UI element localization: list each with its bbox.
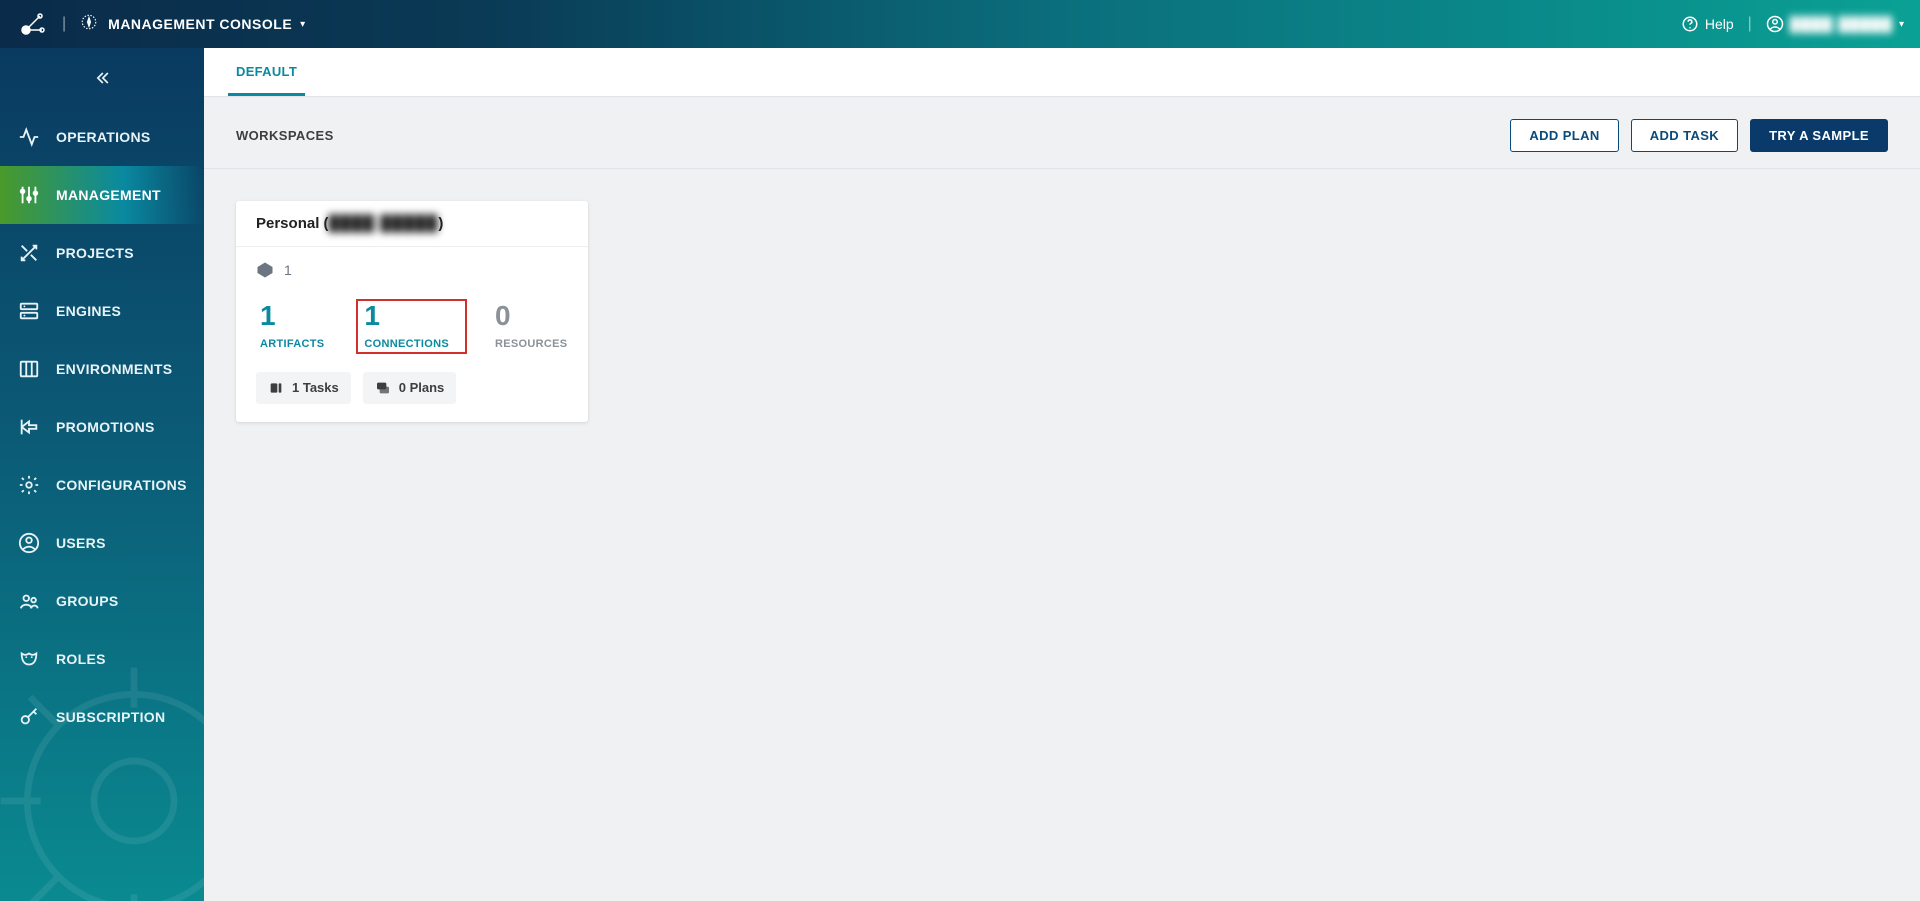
tools-icon <box>18 242 40 264</box>
sidebar-item-management[interactable]: MANAGEMENT <box>0 166 204 224</box>
topbar-divider-right: | <box>1748 15 1752 33</box>
sidebar-item-label: GROUPS <box>56 593 118 609</box>
sidebar-item-users[interactable]: USERS <box>0 514 204 572</box>
stat-artifacts[interactable]: 1 ARTIFACTS <box>256 299 332 354</box>
gear-icon <box>18 474 40 496</box>
sidebar-item-label: ENGINES <box>56 303 121 319</box>
columns-icon <box>18 358 40 380</box>
sidebar-item-label: ENVIRONMENTS <box>56 361 172 377</box>
stat-connections[interactable]: 1 CONNECTIONS <box>356 299 467 354</box>
section-title: WORKSPACES <box>236 128 334 143</box>
tabbar: DEFAULT <box>204 48 1920 97</box>
sidebar-item-label: PROMOTIONS <box>56 419 155 435</box>
sidebar-item-label: PROJECTS <box>56 245 134 261</box>
try-sample-button[interactable]: TRY A SAMPLE <box>1750 119 1888 152</box>
section-header: WORKSPACES ADD PLAN ADD TASK TRY A SAMPL… <box>204 97 1920 169</box>
tasks-icon <box>268 380 284 396</box>
compass-icon <box>80 13 98 36</box>
main-content: DEFAULT WORKSPACES ADD PLAN ADD TASK TRY… <box>204 48 1920 901</box>
chip-label: 1 Tasks <box>292 380 339 395</box>
workspace-card-title: Personal (████ █████) <box>236 201 588 247</box>
help-label: Help <box>1705 16 1734 32</box>
sidebar-item-subscription[interactable]: SUBSCRIPTION <box>0 688 204 746</box>
sidebar-item-label: ROLES <box>56 651 106 667</box>
sidebar-item-label: MANAGEMENT <box>56 187 161 203</box>
engine-count: 1 <box>284 262 292 278</box>
promote-icon <box>18 416 40 438</box>
add-task-button[interactable]: ADD TASK <box>1631 119 1738 152</box>
sidebar: OPERATIONS MANAGEMENT PROJECTS ENGINES E… <box>0 48 204 901</box>
product-logo <box>16 8 48 40</box>
topbar-divider: | <box>62 15 66 33</box>
workspace-card: Personal (████ █████) 1 1 ARTIFACTS 1 <box>236 201 588 422</box>
sidebar-item-label: SUBSCRIPTION <box>56 709 165 725</box>
plans-icon <box>375 380 391 396</box>
collapse-sidebar-button[interactable] <box>0 48 204 108</box>
user-icon <box>1766 15 1784 33</box>
mask-icon <box>18 648 40 670</box>
stat-value: 1 <box>260 301 324 332</box>
tab-default[interactable]: DEFAULT <box>228 48 305 96</box>
sidebar-item-promotions[interactable]: PROMOTIONS <box>0 398 204 456</box>
app-title[interactable]: MANAGEMENT CONSOLE <box>108 16 292 32</box>
server-icon <box>18 300 40 322</box>
user-name: ████ █████ <box>1790 16 1893 32</box>
user-menu[interactable]: ████ █████ ▾ <box>1766 15 1904 33</box>
chip-label: 0 Plans <box>399 380 445 395</box>
activity-icon <box>18 126 40 148</box>
user-icon <box>18 532 40 554</box>
help-link[interactable]: Help <box>1681 15 1734 33</box>
sidebar-item-label: USERS <box>56 535 106 551</box>
chevron-down-icon: ▾ <box>1899 19 1904 30</box>
chip-tasks[interactable]: 1 Tasks <box>256 372 351 404</box>
engine-count-row: 1 <box>256 261 568 279</box>
sidebar-item-label: CONFIGURATIONS <box>56 477 187 493</box>
chevron-down-icon[interactable]: ▾ <box>300 19 305 30</box>
users-icon <box>18 590 40 612</box>
sidebar-item-label: OPERATIONS <box>56 129 151 145</box>
stat-label: RESOURCES <box>495 338 567 350</box>
card-title-prefix: Personal ( <box>256 215 329 232</box>
card-title-user: ████ █████ <box>329 215 439 232</box>
sidebar-item-engines[interactable]: ENGINES <box>0 282 204 340</box>
sidebar-item-roles[interactable]: ROLES <box>0 630 204 688</box>
sidebar-item-projects[interactable]: PROJECTS <box>0 224 204 282</box>
sidebar-item-operations[interactable]: OPERATIONS <box>0 108 204 166</box>
chip-plans[interactable]: 0 Plans <box>363 372 457 404</box>
engine-badge-icon <box>256 261 274 279</box>
chevrons-left-icon <box>92 68 112 88</box>
stat-label: CONNECTIONS <box>364 338 449 350</box>
key-icon <box>18 706 40 728</box>
sidebar-item-configurations[interactable]: CONFIGURATIONS <box>0 456 204 514</box>
sidebar-item-environments[interactable]: ENVIRONMENTS <box>0 340 204 398</box>
topbar: | MANAGEMENT CONSOLE ▾ Help | ████ █████… <box>0 0 1920 48</box>
add-plan-button[interactable]: ADD PLAN <box>1510 119 1618 152</box>
stat-value: 0 <box>495 301 567 332</box>
card-title-suffix: ) <box>438 215 443 232</box>
stat-label: ARTIFACTS <box>260 338 324 350</box>
stat-resources[interactable]: 0 RESOURCES <box>491 299 575 354</box>
stat-value: 1 <box>364 301 449 332</box>
sidebar-item-groups[interactable]: GROUPS <box>0 572 204 630</box>
sliders-icon <box>18 184 40 206</box>
